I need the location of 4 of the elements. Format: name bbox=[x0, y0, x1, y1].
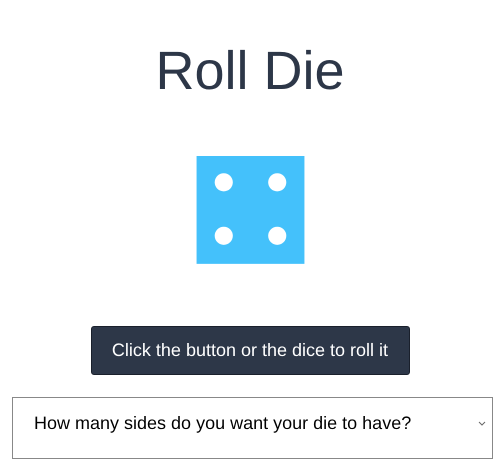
chevron-down-icon bbox=[478, 420, 486, 426]
page-title: Roll Die bbox=[155, 44, 345, 98]
roll-button[interactable]: Click the button or the dice to roll it bbox=[90, 326, 410, 375]
sides-select[interactable]: How many sides do you want your die to have? bbox=[12, 397, 493, 459]
